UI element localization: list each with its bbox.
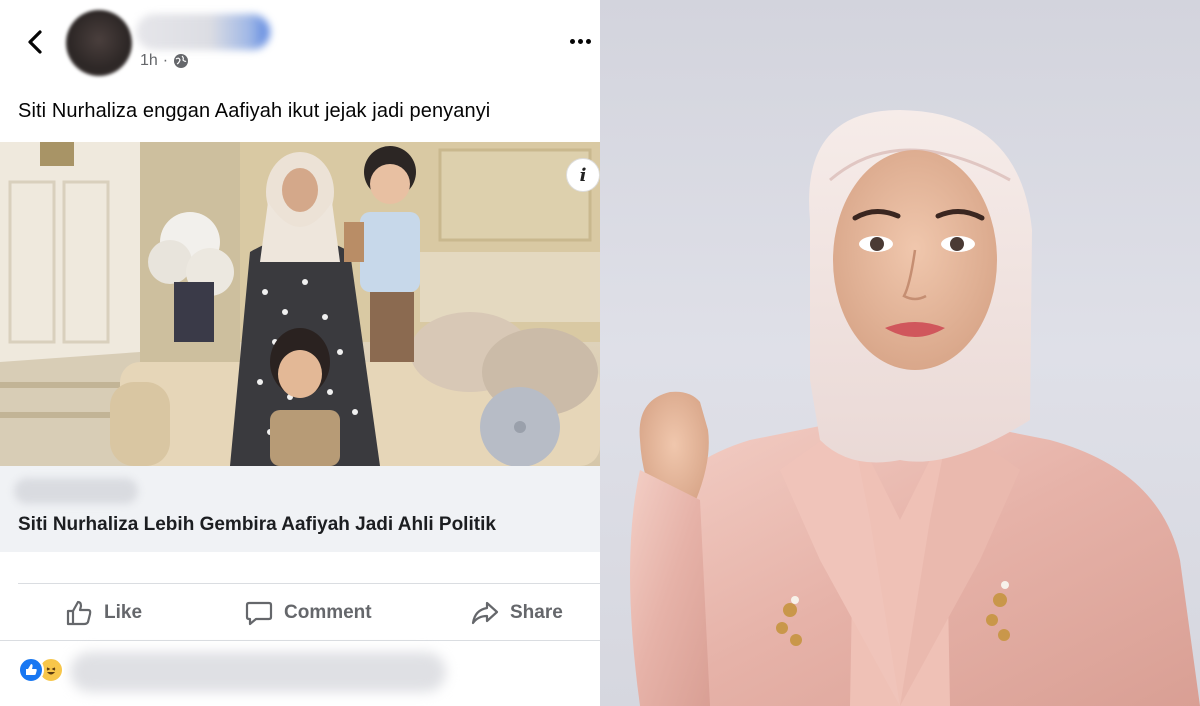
more-dot (578, 38, 583, 44)
post-meta: 1h · (140, 52, 189, 70)
more-dots-icon (570, 38, 575, 44)
share-arrow-icon (471, 601, 499, 625)
post-actions: Like Comment Share (0, 588, 600, 638)
like-button[interactable]: Like (64, 588, 142, 638)
more-options-button[interactable] (570, 30, 600, 52)
author-name-redacted[interactable] (136, 14, 270, 50)
link-domain-redacted (14, 478, 138, 504)
comment-button[interactable]: Comment (244, 588, 372, 638)
like-thumb-icon (66, 600, 92, 626)
back-arrow-icon[interactable] (22, 28, 48, 56)
comment-label: Comment (284, 602, 372, 623)
divider (0, 640, 600, 641)
reaction-names-redacted (70, 652, 446, 692)
photo-illustration (0, 142, 600, 466)
globe-icon (173, 53, 189, 69)
post-photo[interactable] (0, 142, 600, 466)
portrait-illustration (630, 110, 1200, 706)
meta-separator: · (162, 52, 169, 69)
reaction-icons[interactable] (18, 657, 64, 683)
info-icon[interactable]: i (566, 158, 600, 192)
post-text: Siti Nurhaliza enggan Aafiyah ikut jejak… (18, 100, 491, 122)
more-dot (586, 38, 591, 44)
post-time[interactable]: 1h (140, 52, 158, 70)
share-button[interactable]: Share (470, 588, 563, 638)
like-reaction-icon (18, 657, 44, 683)
link-title[interactable]: Siti Nurhaliza Lebih Gembira Aafiyah Jad… (18, 514, 496, 536)
author-avatar[interactable] (66, 10, 132, 76)
share-label: Share (510, 602, 563, 623)
divider (18, 583, 600, 584)
facebook-post-panel: 1h · Siti Nurhaliza enggan Aafiyah ikut … (0, 0, 600, 706)
portrait-photo (600, 0, 1200, 706)
comment-icon (245, 601, 273, 626)
like-label: Like (104, 602, 143, 623)
